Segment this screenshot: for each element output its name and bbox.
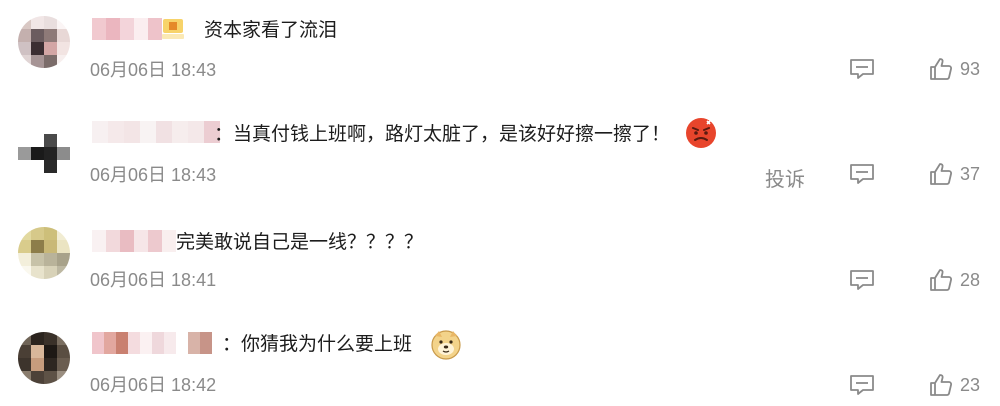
reply-icon[interactable] (849, 58, 875, 80)
username-blurred[interactable] (92, 121, 220, 143)
comment-item: ：当真付钱上班啊，路灯太脏了，是该好好擦一擦了！ 06月06日 18:43 投诉… (0, 105, 1000, 205)
user-badge-icon (160, 17, 186, 41)
like-count: 37 (960, 164, 981, 184)
comment-item: ：你猜我为什么要上班 06月06日 18:42 23 (0, 316, 1000, 406)
username-blurred[interactable] (92, 230, 176, 252)
avatar[interactable] (18, 121, 70, 173)
like-icon[interactable] (929, 162, 953, 186)
avatar[interactable] (18, 332, 70, 384)
like-icon[interactable] (929, 373, 953, 397)
like-count: 93 (960, 59, 981, 79)
comment-time: 06月06日 18:43 (90, 165, 217, 185)
comment-time: 06月06日 18:41 (90, 270, 217, 290)
reply-icon[interactable] (849, 163, 875, 185)
comment-time: 06月06日 18:42 (90, 375, 217, 395)
username-blurred[interactable] (92, 332, 212, 354)
doge-face-icon (430, 328, 462, 360)
comment-text: ：当真付钱上班啊，路灯太脏了，是该好好擦一擦了！ (214, 123, 671, 145)
username-blurred[interactable] (92, 18, 162, 40)
like-icon[interactable] (929, 57, 953, 81)
comment-text: 资本家看了流泪 (204, 19, 338, 41)
angry-face-icon (685, 117, 717, 149)
comment-text: ：你猜我为什么要上班 (222, 333, 413, 355)
comment-text: 完美敢说自己是一线？？？？ (176, 231, 424, 253)
comment-time: 06月06日 18:43 (90, 60, 217, 80)
avatar[interactable] (18, 16, 70, 68)
avatar[interactable] (18, 227, 70, 279)
like-icon[interactable] (929, 268, 953, 292)
like-count: 28 (960, 270, 981, 290)
comment-list: 资本家看了流泪 06月06日 18:43 93 ：当真付钱上班啊，路灯太脏了，是… (0, 0, 1000, 406)
report-button[interactable]: 投诉 (765, 163, 805, 192)
like-count: 23 (960, 375, 981, 395)
reply-icon[interactable] (849, 269, 875, 291)
comment-item: 资本家看了流泪 06月06日 18:43 93 (0, 0, 1000, 100)
reply-icon[interactable] (849, 374, 875, 396)
comment-item: 完美敢说自己是一线？？？？ 06月06日 18:41 28 (0, 211, 1000, 311)
